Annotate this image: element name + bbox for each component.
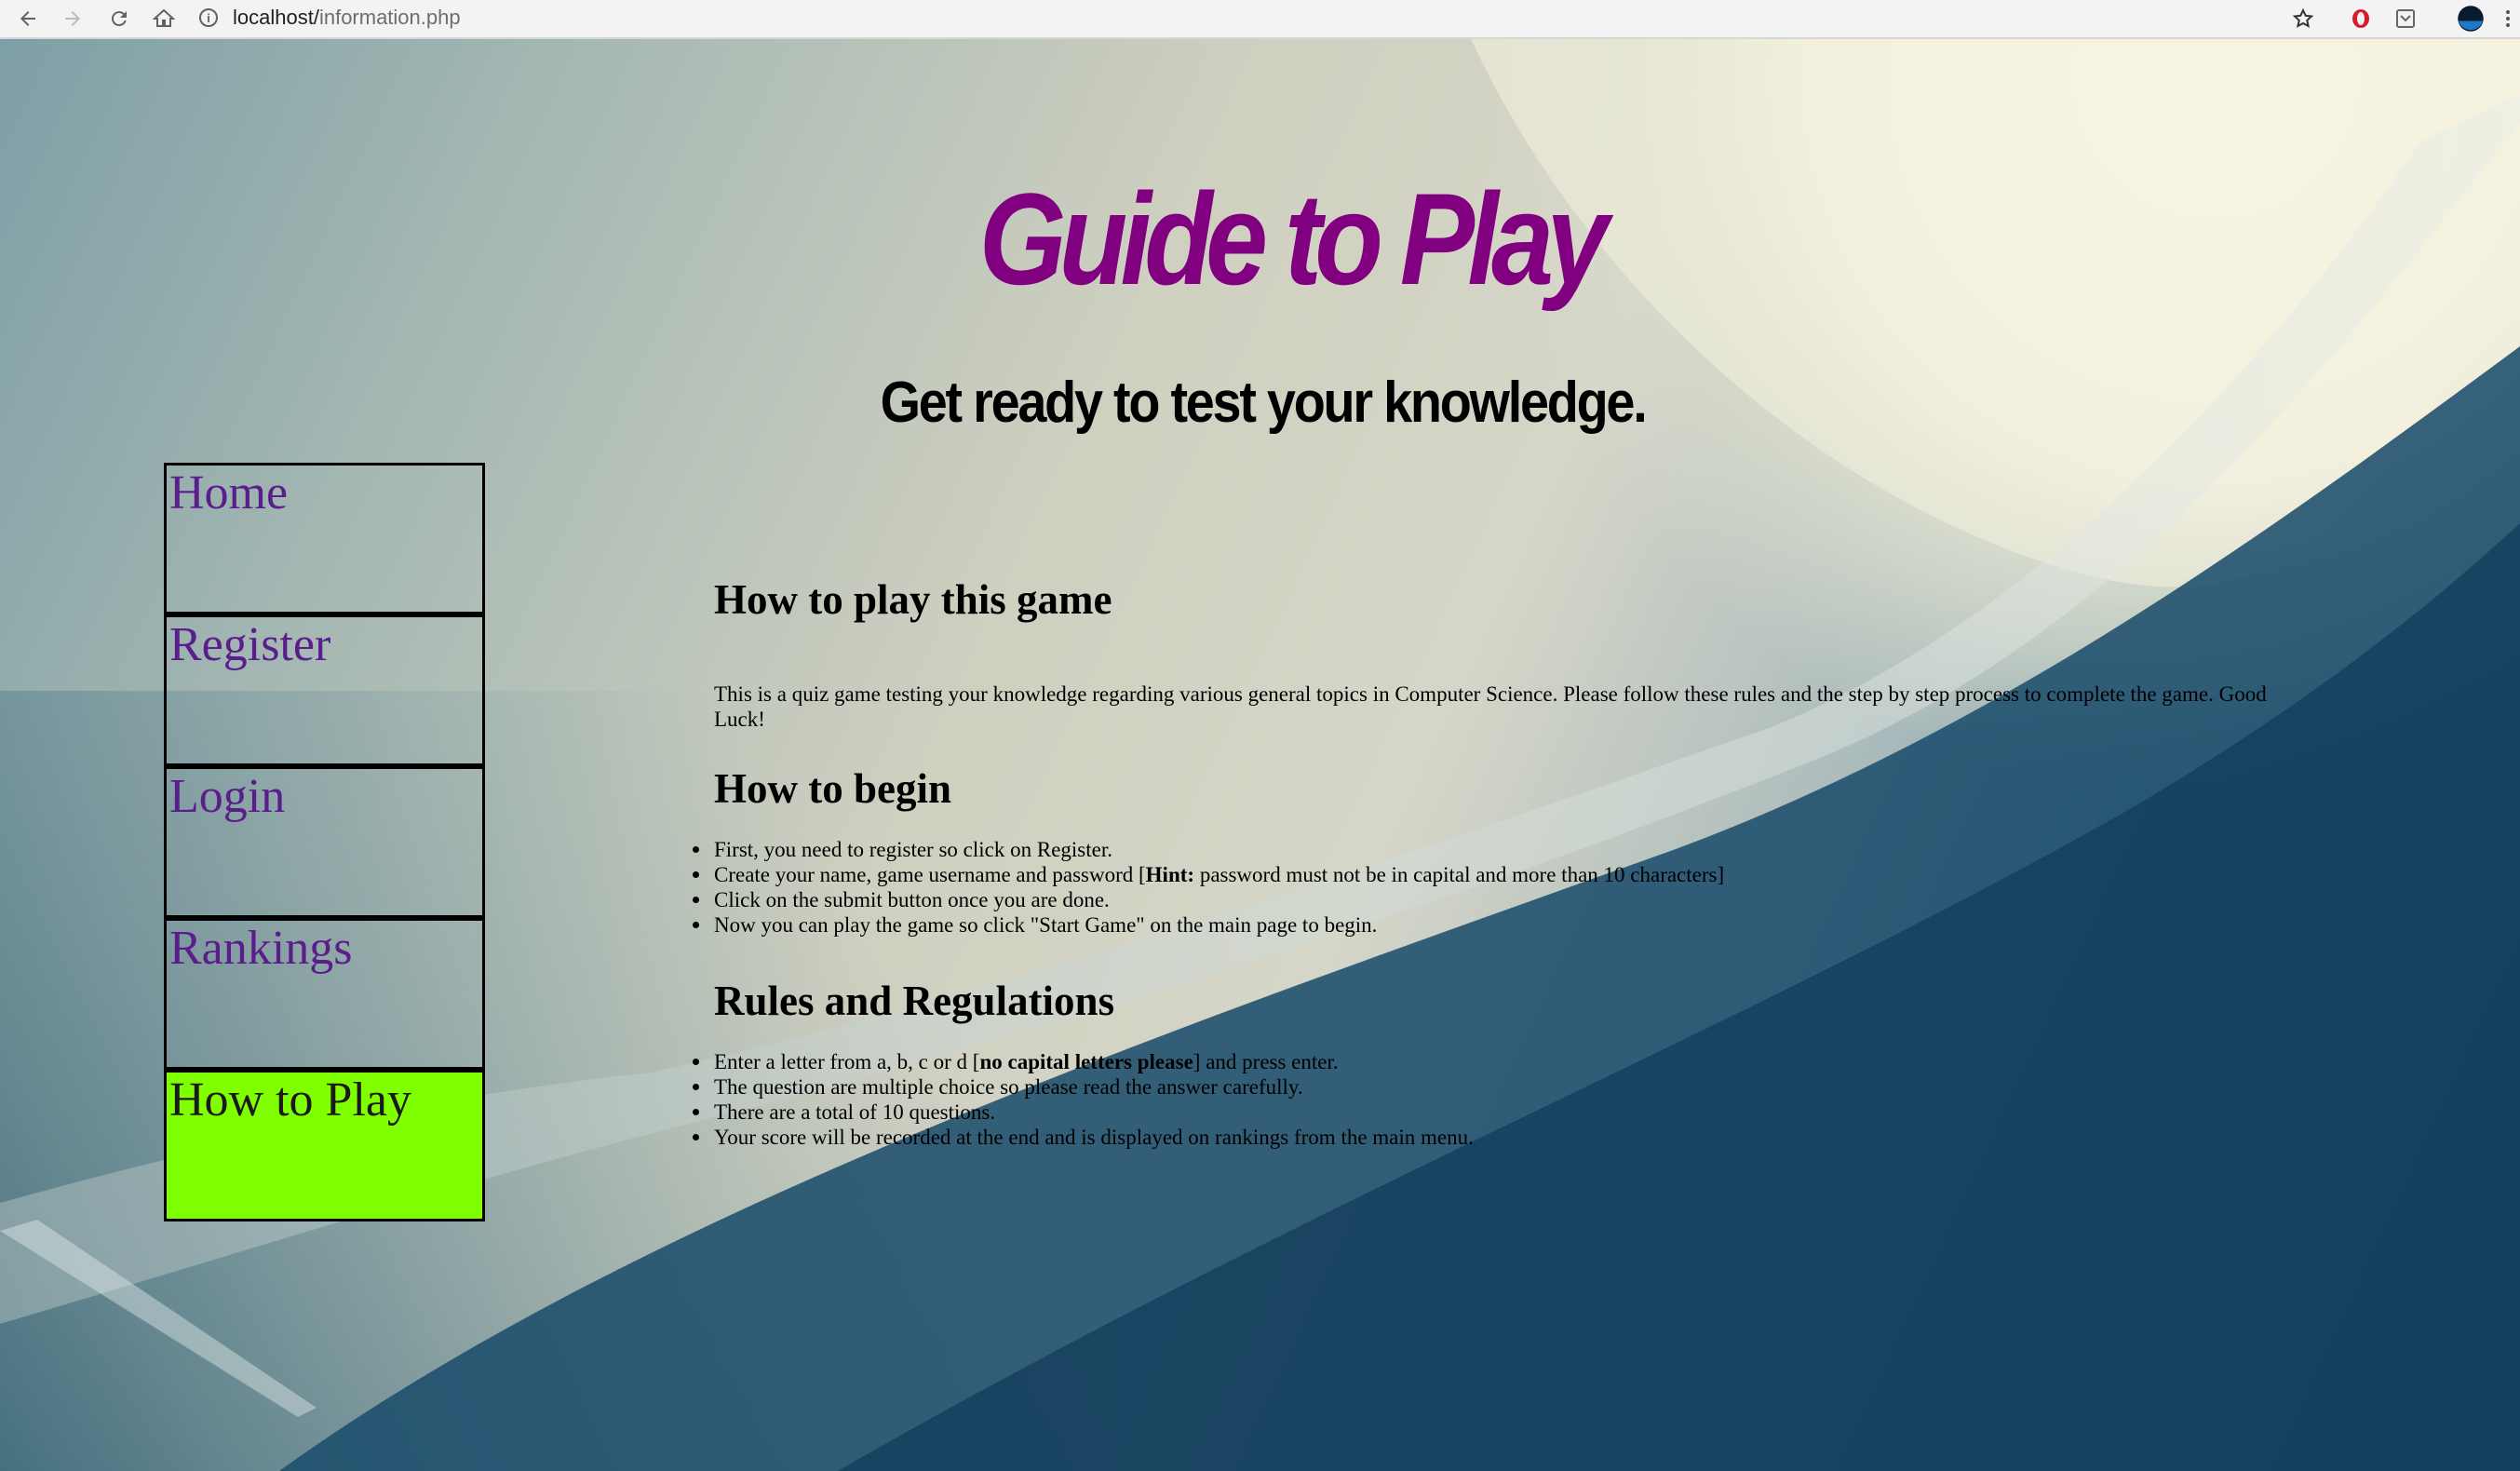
- profile-avatar-icon[interactable]: [2456, 4, 2486, 34]
- hint-label: Hint:: [1145, 863, 1195, 886]
- bookmark-star-icon[interactable]: [2288, 4, 2318, 34]
- browser-toolbar: i localhost/information.php: [0, 0, 2520, 39]
- rules-list: Enter a letter from a, b, c or d [no cap…: [689, 1049, 2327, 1150]
- pocket-extension-icon[interactable]: [2391, 4, 2420, 34]
- list-item-text: password must not be in capital and more…: [1194, 863, 1725, 886]
- section-heading-rules: Rules and Regulations: [714, 978, 1115, 1024]
- list-item: Now you can play the game so click "Star…: [689, 912, 2327, 938]
- opera-extension-icon[interactable]: [2346, 4, 2376, 34]
- back-icon[interactable]: [13, 4, 43, 34]
- list-item: There are a total of 10 questions.: [689, 1100, 2327, 1125]
- info-icon[interactable]: i: [199, 8, 218, 27]
- list-item: Create your name, game username and pass…: [689, 862, 2327, 887]
- forward-icon[interactable]: [58, 4, 88, 34]
- page-background: Guide to Play Get ready to test your kno…: [0, 39, 2520, 1471]
- nav-item-rankings[interactable]: Rankings: [164, 918, 485, 1070]
- emphasis-text: no capital letters please: [979, 1050, 1193, 1073]
- nav-item-home[interactable]: Home: [164, 463, 485, 614]
- list-item-text: Create your name, game username and pass…: [714, 863, 1146, 886]
- page-subtitle: Get ready to test your knowledge.: [880, 371, 1648, 435]
- list-item-text: ] and press enter.: [1193, 1050, 1339, 1073]
- nav-item-how-to-play[interactable]: How to Play: [164, 1070, 485, 1221]
- url-path: information.php: [318, 6, 461, 29]
- menu-dots-icon[interactable]: [2500, 4, 2515, 34]
- page-title: Guide to Play: [978, 166, 1609, 312]
- home-icon[interactable]: [149, 4, 179, 34]
- list-item: Your score will be recorded at the end a…: [689, 1125, 2327, 1150]
- section-heading-how-to-begin: How to begin: [714, 765, 952, 812]
- side-nav: Home Register Login Rankings How to Play: [164, 463, 485, 1221]
- list-item-text: Enter a letter from a, b, c or d [: [714, 1050, 980, 1073]
- list-item: Enter a letter from a, b, c or d [no cap…: [689, 1049, 2327, 1074]
- list-item: Click on the submit button once you are …: [689, 887, 2327, 912]
- begin-steps-list: First, you need to register so click on …: [689, 837, 2327, 938]
- list-item: First, you need to register so click on …: [689, 837, 2327, 862]
- reload-icon[interactable]: [104, 4, 134, 34]
- intro-paragraph: This is a quiz game testing your knowled…: [714, 682, 2267, 731]
- section-heading-how-to-play: How to play this game: [714, 576, 1112, 623]
- nav-item-login[interactable]: Login: [164, 766, 485, 918]
- address-bar[interactable]: i localhost/information.php: [199, 2, 2275, 34]
- list-item: The question are multiple choice so plea…: [689, 1074, 2327, 1100]
- url-host: localhost/: [233, 6, 319, 29]
- nav-item-register[interactable]: Register: [164, 614, 485, 766]
